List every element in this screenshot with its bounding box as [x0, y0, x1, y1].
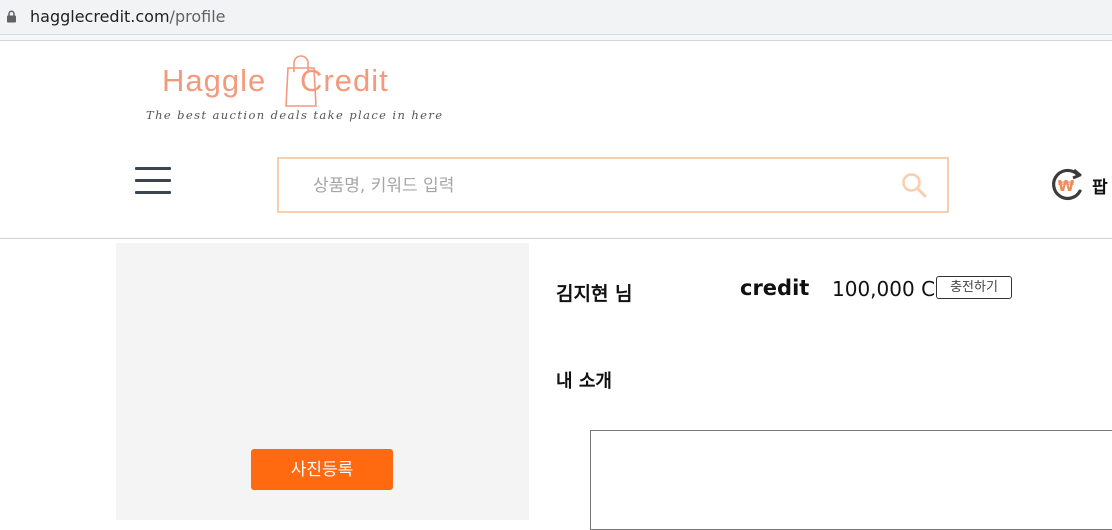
- menu-bar: [135, 191, 171, 194]
- menu-bar: [135, 179, 171, 182]
- user-name: 김지현 님: [556, 283, 633, 305]
- url-domain: hagglecredit.com: [30, 7, 170, 26]
- logo-word-credit: Credit: [300, 63, 389, 98]
- toolbar-separator: [0, 35, 1112, 41]
- hamburger-menu-icon[interactable]: [135, 167, 171, 195]
- url-text[interactable]: hagglecredit.com/profile: [30, 7, 225, 27]
- url-path: /profile: [169, 7, 226, 26]
- menu-bar: [135, 167, 171, 170]
- header-divider: [0, 238, 1112, 239]
- self-introduction-label: 내 소개: [556, 371, 612, 392]
- svg-text:₩: ₩: [1058, 177, 1075, 195]
- profile-photo-area: 사진등록: [116, 243, 529, 520]
- register-photo-button[interactable]: 사진등록: [251, 449, 393, 490]
- credit-label: credit: [740, 276, 810, 300]
- logo-tagline: The best auction deals take place in her…: [146, 108, 444, 122]
- search-icon[interactable]: [901, 172, 927, 198]
- site-logo[interactable]: Haggle Credit The best auction deals tak…: [140, 50, 450, 130]
- self-introduction-textarea[interactable]: [590, 430, 1112, 530]
- lock-icon: [7, 10, 16, 23]
- search-box: [277, 157, 949, 213]
- credit-amount: 100,000 C: [832, 277, 936, 301]
- pay-label[interactable]: 팝: [1092, 173, 1108, 198]
- logo-word-haggle: Haggle: [162, 63, 267, 98]
- charge-credit-button[interactable]: 충전하기: [936, 276, 1012, 299]
- browser-address-bar[interactable]: hagglecredit.com/profile: [0, 0, 1112, 35]
- won-refresh-icon[interactable]: ₩: [1048, 167, 1084, 203]
- search-input[interactable]: [311, 168, 875, 204]
